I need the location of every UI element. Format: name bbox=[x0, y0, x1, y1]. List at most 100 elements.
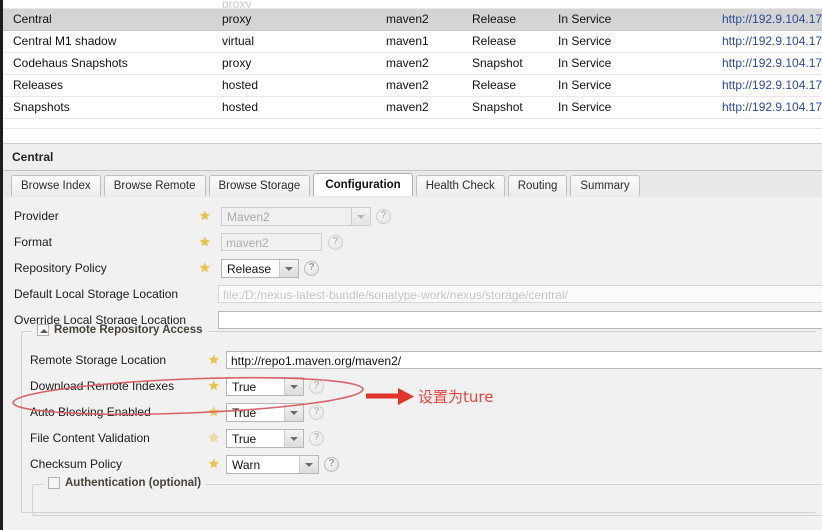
remote-storage-input[interactable]: http://repo1.maven.org/maven2/ bbox=[226, 351, 822, 369]
required-star-icon: ★ bbox=[199, 234, 211, 249]
table-row[interactable]: Central M1 shadow virtual maven1 Release… bbox=[3, 30, 822, 53]
label-file-content-validation: File Content Validation bbox=[30, 431, 150, 445]
remote-repository-access-group: Remote Repository Access Remote Storage … bbox=[21, 324, 822, 516]
panel-gap bbox=[3, 130, 822, 144]
help-icon-format[interactable] bbox=[328, 235, 343, 250]
cell-format: maven2 bbox=[376, 96, 462, 119]
label-download-remote-indexes: Download Remote Indexes bbox=[30, 379, 175, 393]
tab-summary[interactable]: Summary bbox=[570, 175, 640, 196]
help-icon-file-content-validation[interactable] bbox=[309, 431, 324, 446]
cell-name: Releases bbox=[3, 74, 212, 97]
override-storage-input[interactable] bbox=[218, 311, 822, 329]
auto-blocking-value: True bbox=[232, 406, 257, 420]
help-icon-auto-blocking[interactable] bbox=[309, 405, 324, 420]
table-row[interactable]: Central proxy maven2 Release In Service … bbox=[3, 8, 822, 31]
label-repository-policy: Repository Policy bbox=[14, 261, 107, 275]
cell-type: proxy bbox=[212, 8, 376, 31]
cell-policy: Release bbox=[462, 30, 548, 53]
cell-status: In Service bbox=[548, 30, 712, 53]
file-content-validation-value: True bbox=[232, 432, 257, 446]
cell-policy bbox=[462, 0, 548, 9]
required-star-icon: ★ bbox=[208, 352, 220, 367]
tab-configuration[interactable]: Configuration bbox=[313, 173, 413, 196]
provider-value: Maven2 bbox=[227, 210, 270, 224]
cell-url[interactable]: http://192.9.104.17:8081/n bbox=[712, 74, 822, 97]
default-storage-input: file:/D:/nexus-latest-bundle/sonatype-wo… bbox=[218, 285, 822, 303]
detail-panel-header: Central bbox=[3, 147, 822, 171]
tab-browse-index[interactable]: Browse Index bbox=[11, 175, 101, 196]
field-row-file-content-validation: File Content Validation ★ True bbox=[22, 426, 816, 452]
label-provider: Provider bbox=[14, 209, 59, 223]
tab-browse-storage[interactable]: Browse Storage bbox=[208, 175, 311, 196]
table-row[interactable]: Snapshots hosted maven2 Snapshot In Serv… bbox=[3, 96, 822, 119]
repository-table-body: proxy Central proxy maven2 Release In Se… bbox=[3, 0, 822, 119]
provider-select[interactable]: Maven2 bbox=[221, 207, 371, 226]
label-default-storage: Default Local Storage Location bbox=[14, 287, 179, 301]
authentication-checkbox[interactable] bbox=[48, 477, 60, 489]
nexus-repository-manager-screen: proxy Central proxy maven2 Release In Se… bbox=[0, 0, 822, 530]
cell-name: Snapshots bbox=[3, 96, 212, 119]
cell-url[interactable]: http://192.9.104.17:8081/n bbox=[712, 8, 822, 31]
tab-browse-remote[interactable]: Browse Remote bbox=[103, 175, 206, 196]
authentication-legend: Authentication (optional) bbox=[43, 477, 207, 489]
required-star-icon: ★ bbox=[208, 404, 220, 419]
cell-name: Central M1 shadow bbox=[3, 30, 212, 53]
table-row-partial[interactable]: proxy bbox=[3, 0, 822, 9]
required-star-icon: ★ bbox=[208, 378, 220, 393]
help-icon-repository-policy[interactable] bbox=[304, 261, 319, 276]
file-content-validation-select[interactable]: True bbox=[226, 429, 304, 448]
cell-policy: Snapshot bbox=[462, 52, 548, 75]
required-star-icon: ★ bbox=[199, 208, 211, 223]
cell-status: In Service bbox=[548, 8, 712, 31]
checksum-policy-select[interactable]: Warn bbox=[226, 455, 319, 474]
help-icon-checksum-policy[interactable] bbox=[324, 457, 339, 472]
download-remote-indexes-select[interactable]: True bbox=[226, 377, 304, 396]
help-icon-download-remote-indexes[interactable] bbox=[309, 379, 324, 394]
format-input: maven2 bbox=[221, 233, 322, 251]
chevron-down-icon bbox=[351, 208, 370, 225]
authentication-legend-text: Authentication (optional) bbox=[65, 477, 202, 489]
label-checksum-policy: Checksum Policy bbox=[30, 457, 123, 471]
page-title: Central bbox=[12, 150, 54, 164]
cell-type: hosted bbox=[212, 74, 376, 97]
cell-url[interactable]: http://192.9.104.17:8081/n bbox=[712, 52, 822, 75]
field-row-checksum-policy: Checksum Policy ★ Warn bbox=[22, 452, 816, 478]
left-edge-rail bbox=[0, 0, 3, 530]
repository-policy-select[interactable]: Release bbox=[221, 259, 299, 278]
cell-format: maven1 bbox=[376, 30, 462, 53]
repository-policy-value: Release bbox=[227, 262, 272, 276]
annotation-text: 设置为ture bbox=[418, 388, 494, 406]
chevron-down-icon bbox=[279, 260, 298, 277]
tab-routing[interactable]: Routing bbox=[507, 175, 568, 196]
tab-health-check[interactable]: Health Check bbox=[415, 175, 505, 196]
checksum-policy-value: Warn bbox=[232, 458, 261, 472]
configuration-form: Provider ★ Maven2 Format ★ maven2 Reposi… bbox=[3, 197, 822, 530]
grid-bottom-divider bbox=[3, 128, 822, 129]
cell-url[interactable] bbox=[712, 0, 822, 9]
cell-name: Central bbox=[3, 8, 212, 31]
tab-bar: Browse Index Browse Remote Browse Storag… bbox=[3, 171, 822, 198]
cell-format bbox=[376, 0, 462, 9]
chevron-down-icon bbox=[284, 404, 303, 421]
table-row[interactable]: Codehaus Snapshots proxy maven2 Snapshot… bbox=[3, 52, 822, 75]
remote-access-legend: Remote Repository Access bbox=[32, 324, 208, 336]
required-star-icon: ★ bbox=[208, 456, 220, 471]
cell-type: proxy bbox=[212, 0, 376, 9]
cell-url[interactable]: http://192.9.104.17:8081/n bbox=[712, 96, 822, 119]
cell-url[interactable]: http://192.9.104.17:8081/n bbox=[712, 30, 822, 53]
help-icon-provider[interactable] bbox=[376, 209, 391, 224]
label-format: Format bbox=[14, 235, 53, 249]
label-auto-blocking: Auto Blocking Enabled bbox=[30, 405, 151, 419]
cell-policy: Release bbox=[462, 74, 548, 97]
cell-policy: Release bbox=[462, 8, 548, 31]
field-row-repository-policy: Repository Policy ★ Release bbox=[3, 256, 822, 282]
cell-status: In Service bbox=[548, 74, 712, 97]
collapse-up-icon[interactable] bbox=[37, 324, 49, 336]
auto-blocking-select[interactable]: True bbox=[226, 403, 304, 422]
cell-format: maven2 bbox=[376, 52, 462, 75]
download-remote-indexes-value: True bbox=[232, 380, 257, 394]
table-row[interactable]: Releases hosted maven2 Release In Servic… bbox=[3, 74, 822, 97]
field-row-remote-storage: Remote Storage Location ★ http://repo1.m… bbox=[22, 348, 822, 374]
required-star-icon: ★ bbox=[199, 260, 211, 275]
repository-grid[interactable]: proxy Central proxy maven2 Release In Se… bbox=[3, 0, 822, 130]
